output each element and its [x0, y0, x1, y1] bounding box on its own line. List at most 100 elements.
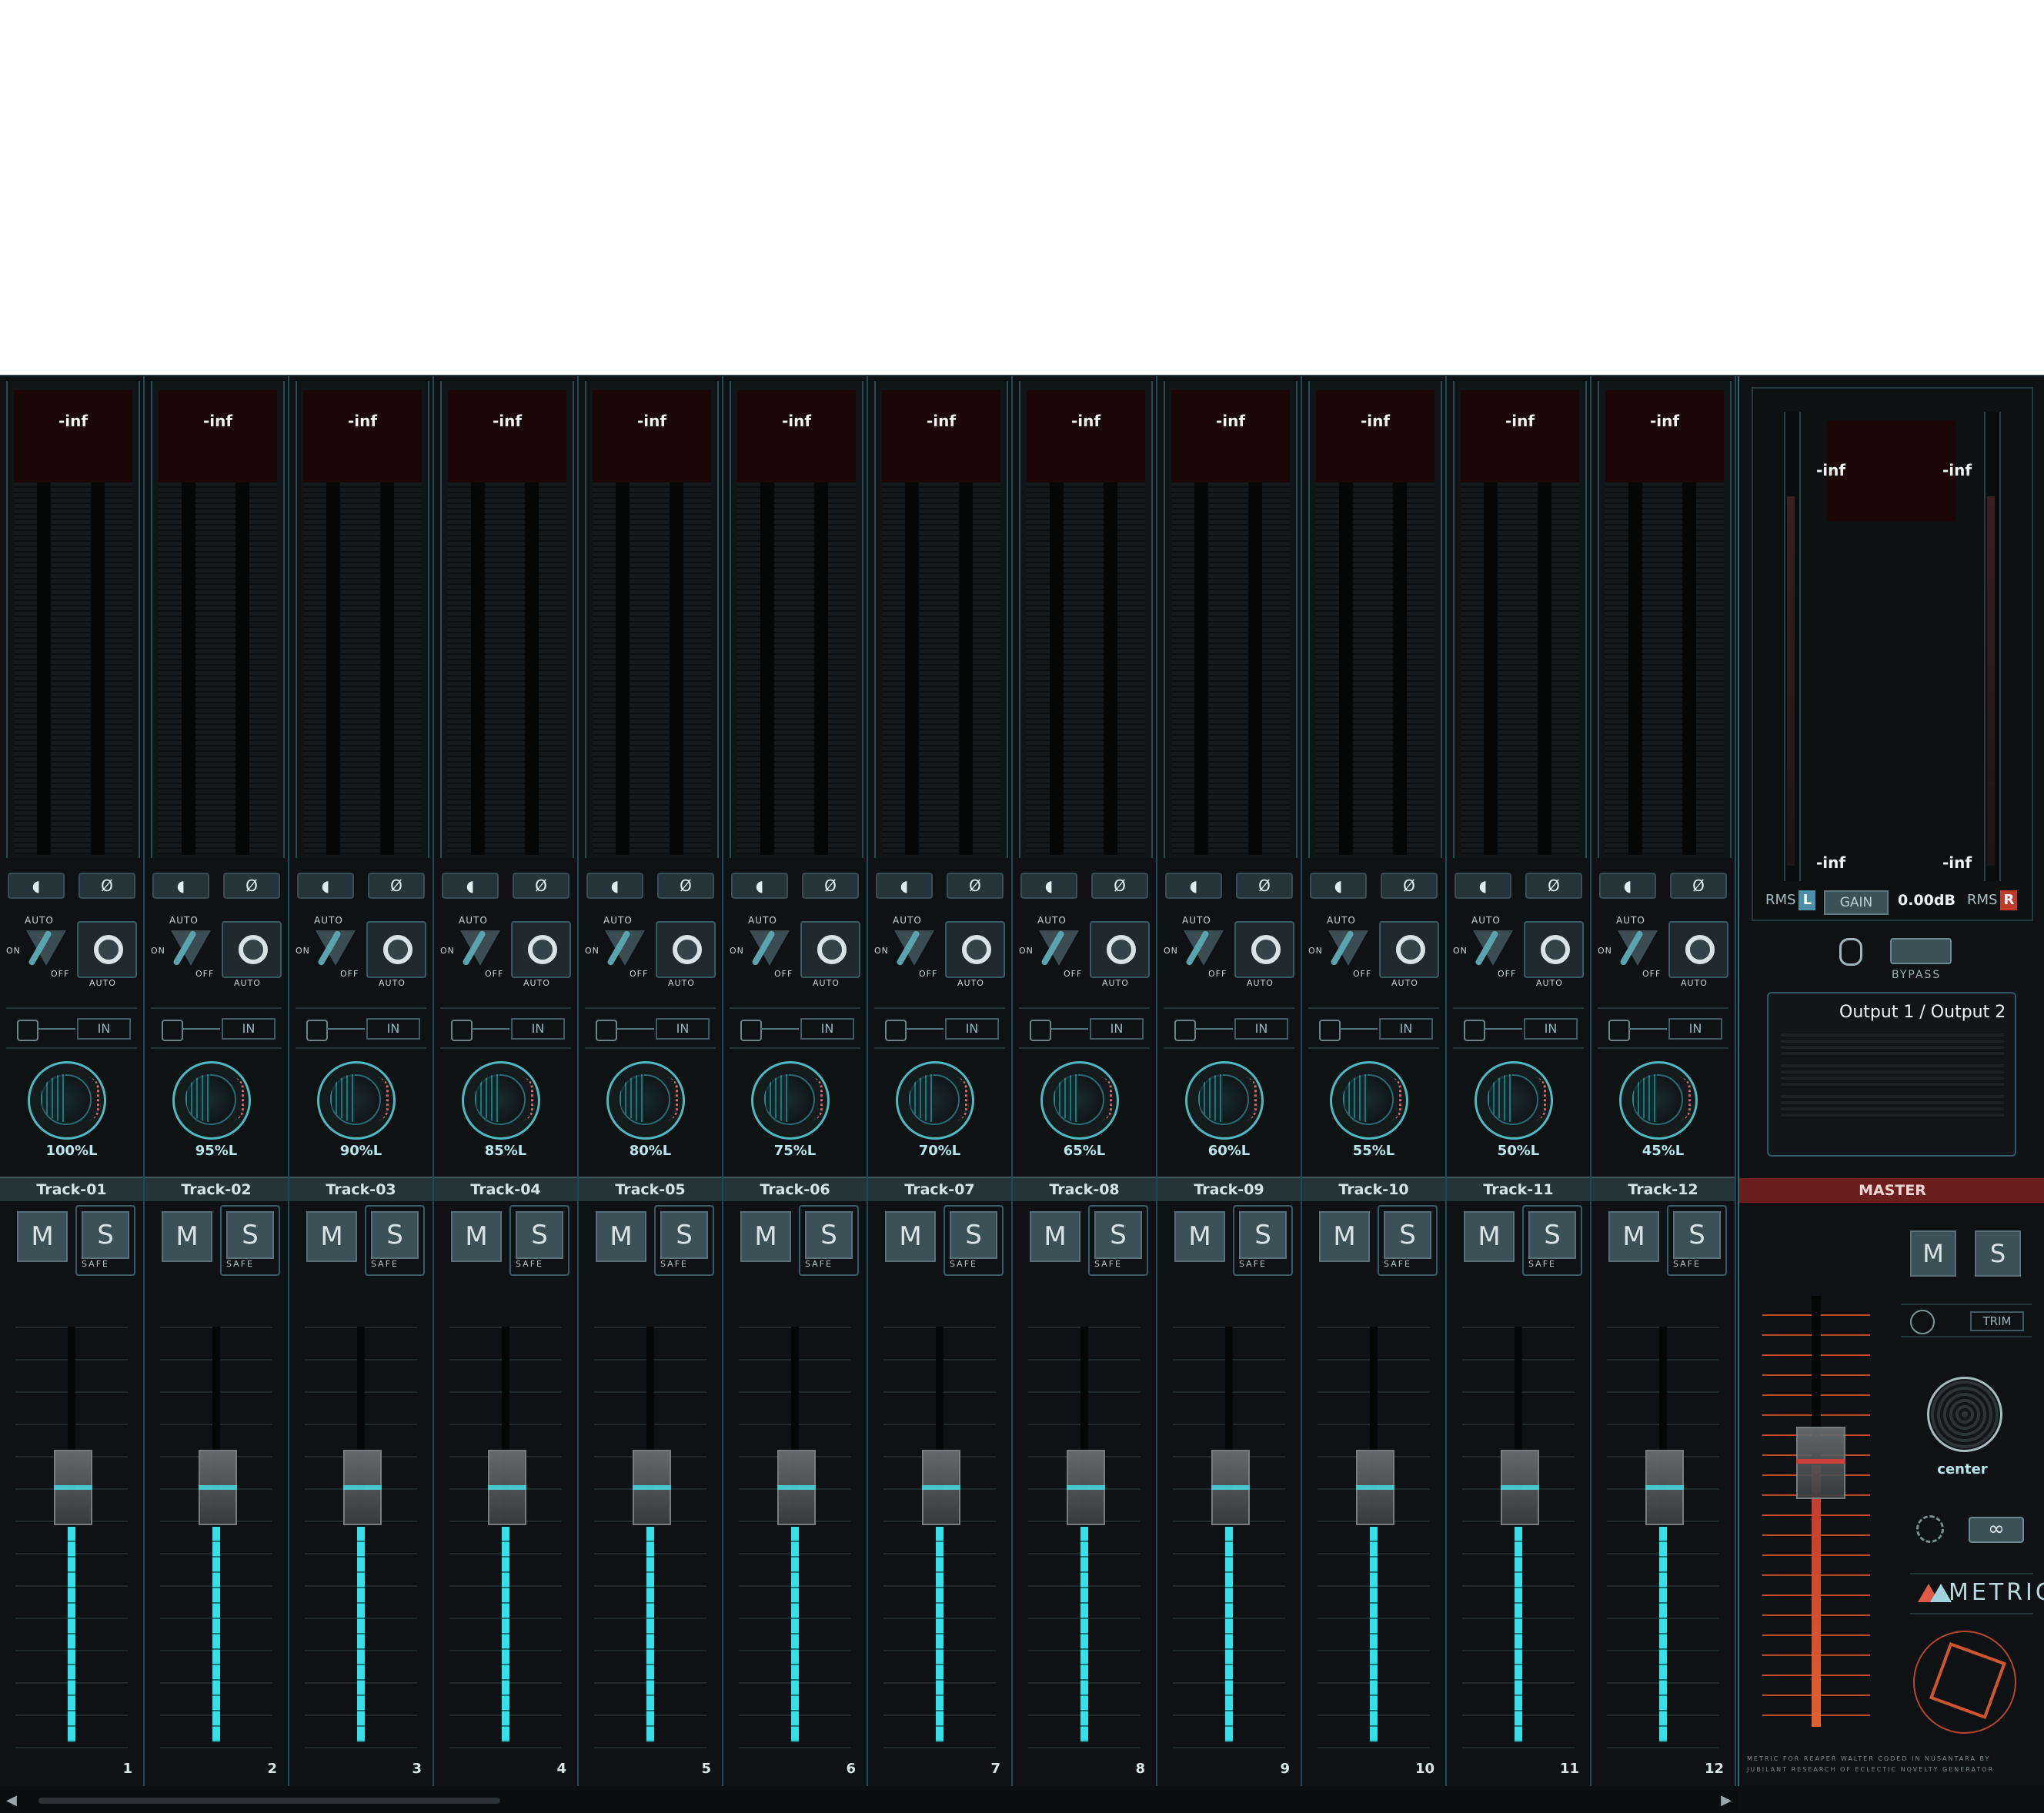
mute-button[interactable]: M: [1464, 1211, 1515, 1262]
phase-button[interactable]: Ø: [78, 873, 135, 899]
track-name[interactable]: Track-03: [289, 1177, 433, 1201]
master-fader[interactable]: [1762, 1296, 1870, 1727]
phase-button[interactable]: Ø: [1236, 873, 1293, 899]
auto-mode-button[interactable]: [945, 921, 1005, 978]
track-name[interactable]: Track-07: [868, 1177, 1011, 1201]
mute-button[interactable]: M: [1174, 1211, 1225, 1262]
fx-chip-icon[interactable]: [740, 1020, 762, 1041]
track-name[interactable]: Track-04: [434, 1177, 577, 1201]
fader-handle[interactable]: [922, 1450, 960, 1525]
pan-knob[interactable]: [172, 1061, 251, 1140]
volume-fader[interactable]: [289, 1296, 433, 1758]
fx-chip-icon[interactable]: [1030, 1020, 1051, 1041]
track-name[interactable]: Track-12: [1591, 1177, 1735, 1201]
input-button[interactable]: IN: [800, 1018, 854, 1040]
mute-button[interactable]: M: [1319, 1211, 1370, 1262]
fader-handle[interactable]: [54, 1450, 92, 1525]
solo-button[interactable]: S: [1094, 1211, 1142, 1259]
mute-button[interactable]: M: [740, 1211, 791, 1262]
track-name[interactable]: Track-06: [723, 1177, 867, 1201]
auto-mode-button[interactable]: [656, 921, 716, 978]
track-name[interactable]: Track-11: [1447, 1177, 1590, 1201]
phase-button[interactable]: Ø: [802, 873, 859, 899]
fx-chip-icon[interactable]: [451, 1020, 473, 1041]
input-button[interactable]: IN: [511, 1018, 565, 1040]
auto-mode-button[interactable]: [1524, 921, 1584, 978]
solo-button[interactable]: S: [226, 1211, 274, 1259]
peak-readout[interactable]: -inf: [448, 390, 566, 482]
volume-fader[interactable]: [723, 1296, 867, 1758]
phase-button[interactable]: Ø: [1670, 873, 1727, 899]
output-label[interactable]: Output 1 / Output 2: [1839, 1003, 2006, 1022]
phase-button[interactable]: Ø: [947, 873, 1004, 899]
input-button[interactable]: IN: [1668, 1018, 1722, 1040]
mute-button[interactable]: M: [17, 1211, 68, 1262]
input-button[interactable]: IN: [1090, 1018, 1144, 1040]
volume-fader[interactable]: [0, 1296, 143, 1758]
volume-fader[interactable]: [1302, 1296, 1445, 1758]
fader-handle[interactable]: [1501, 1450, 1539, 1525]
input-button[interactable]: IN: [1234, 1018, 1288, 1040]
peak-readout[interactable]: -inf: [1605, 390, 1724, 482]
pan-knob[interactable]: [1040, 1061, 1119, 1140]
gain-value[interactable]: 0.00dB: [1898, 892, 1955, 909]
fader-handle[interactable]: [1211, 1450, 1250, 1525]
speaker-icon[interactable]: ◖: [876, 873, 933, 899]
track-name[interactable]: Track-05: [579, 1177, 722, 1201]
input-button[interactable]: IN: [222, 1018, 276, 1040]
solo-button[interactable]: S: [1528, 1211, 1576, 1259]
pan-knob[interactable]: [1330, 1061, 1408, 1140]
fader-handle[interactable]: [1356, 1450, 1394, 1525]
input-button[interactable]: IN: [656, 1018, 710, 1040]
speaker-icon[interactable]: ◖: [442, 873, 499, 899]
solo-button[interactable]: S: [1673, 1211, 1721, 1259]
speaker-icon[interactable]: ◖: [8, 873, 65, 899]
fader-handle[interactable]: [777, 1450, 816, 1525]
fader-handle[interactable]: [633, 1450, 671, 1525]
input-button[interactable]: IN: [77, 1018, 131, 1040]
volume-fader[interactable]: [1447, 1296, 1590, 1758]
volume-fader[interactable]: [868, 1296, 1011, 1758]
solo-button[interactable]: S: [371, 1211, 419, 1259]
bypass-mic-icon[interactable]: [1839, 938, 1862, 966]
speaker-icon[interactable]: ◖: [1310, 873, 1367, 899]
speaker-icon[interactable]: ◖: [586, 873, 643, 899]
fx-chip-icon[interactable]: [162, 1020, 183, 1041]
auto-mode-button[interactable]: [222, 921, 282, 978]
speaker-icon[interactable]: ◖: [297, 873, 354, 899]
mute-button[interactable]: M: [1030, 1211, 1080, 1262]
peak-readout[interactable]: -inf: [1461, 390, 1579, 482]
bypass-toggle[interactable]: [1890, 938, 1952, 964]
speaker-icon[interactable]: ◖: [1455, 873, 1511, 899]
peak-readout[interactable]: -inf: [1171, 390, 1290, 482]
scrollbar-thumb[interactable]: [38, 1798, 500, 1804]
auto-mode-button[interactable]: [77, 921, 137, 978]
volume-fader[interactable]: [434, 1296, 577, 1758]
phase-button[interactable]: Ø: [223, 873, 280, 899]
auto-mode-button[interactable]: [366, 921, 426, 978]
peak-readout[interactable]: -inf: [303, 390, 422, 482]
phase-button[interactable]: Ø: [368, 873, 425, 899]
pan-knob[interactable]: [896, 1061, 974, 1140]
peak-readout[interactable]: -inf: [737, 390, 856, 482]
master-pan-knob[interactable]: [1927, 1377, 2002, 1452]
trim-button[interactable]: TRIM: [1970, 1311, 2024, 1331]
peak-readout[interactable]: -inf: [593, 390, 711, 482]
link-button[interactable]: ∞: [1969, 1517, 2024, 1543]
fx-chip-icon[interactable]: [596, 1020, 617, 1041]
volume-fader[interactable]: [145, 1296, 288, 1758]
fader-handle[interactable]: [1645, 1450, 1684, 1525]
input-button[interactable]: IN: [366, 1018, 420, 1040]
gain-button[interactable]: GAIN: [1824, 890, 1889, 915]
input-button[interactable]: IN: [1524, 1018, 1578, 1040]
fx-chip-icon[interactable]: [17, 1020, 38, 1041]
track-name[interactable]: Track-08: [1013, 1177, 1156, 1201]
solo-button[interactable]: S: [1239, 1211, 1287, 1259]
speaker-icon[interactable]: ◖: [1165, 873, 1222, 899]
fx-chip-icon[interactable]: [1174, 1020, 1196, 1041]
speaker-icon[interactable]: ◖: [1020, 873, 1077, 899]
auto-mode-button[interactable]: [1090, 921, 1150, 978]
rms-right-button[interactable]: RMS R: [1967, 890, 2018, 913]
fx-chip-icon[interactable]: [1319, 1020, 1341, 1041]
fx-chip-icon[interactable]: [1464, 1020, 1485, 1041]
